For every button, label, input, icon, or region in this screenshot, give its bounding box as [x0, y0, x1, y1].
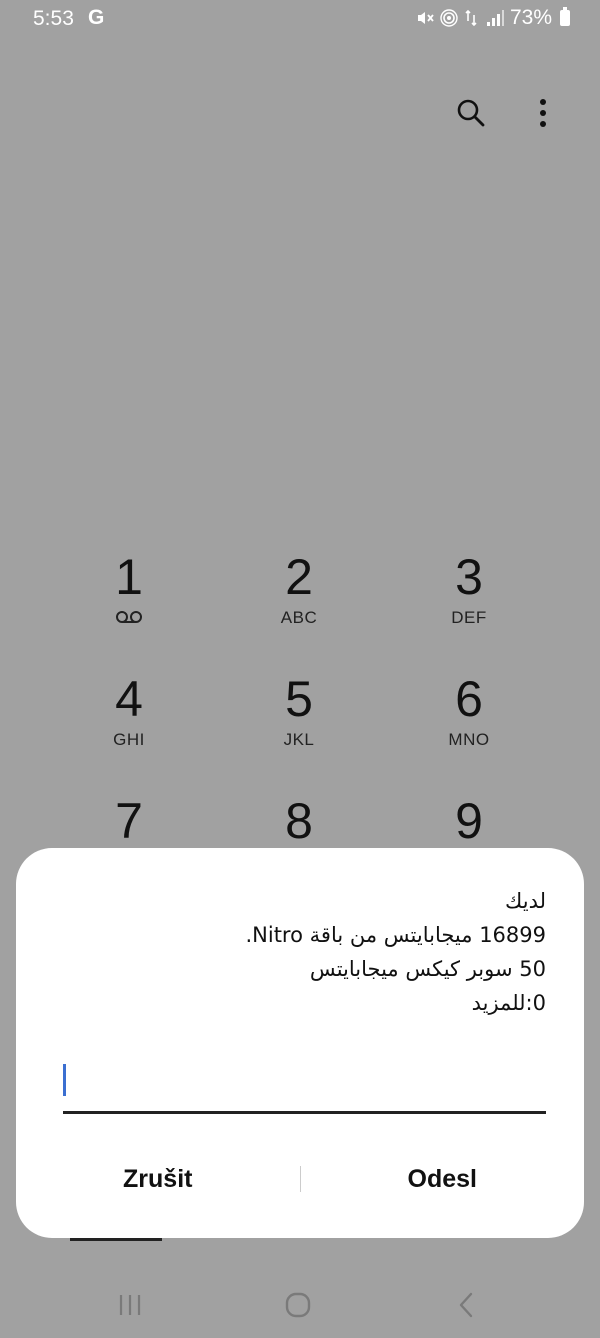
home-icon [285, 1292, 311, 1318]
more-options-button[interactable] [526, 96, 560, 130]
status-time: 5:53 [33, 7, 74, 30]
key-6[interactable]: 6 MNO [384, 670, 554, 766]
back-icon [459, 1292, 473, 1318]
google-g-icon: G [88, 6, 105, 29]
recents-button[interactable] [110, 1288, 150, 1322]
send-button[interactable]: Odesl [301, 1165, 585, 1194]
key-letters: GHI [113, 730, 145, 749]
status-icons: 73% [416, 6, 570, 30]
cancel-button[interactable]: Zrušit [16, 1165, 300, 1194]
key-digit: 5 [285, 671, 313, 727]
data-signal-icon [465, 9, 477, 27]
key-4[interactable]: 4 GHI [44, 670, 214, 766]
dialog-buttons: Zrušit Odesl [16, 1153, 584, 1205]
key-5[interactable]: 5 JKL [214, 670, 384, 766]
status-bar: 5:53 G 73% [0, 0, 600, 40]
key-digit: 4 [115, 671, 143, 727]
key-1[interactable]: 1 [44, 548, 214, 644]
mute-icon [417, 12, 434, 24]
search-icon [457, 99, 485, 127]
battery-percent: 73% [509, 6, 552, 29]
key-letters: DEF [451, 608, 487, 627]
key-letters: MNO [448, 730, 490, 749]
key-digit: 7 [115, 793, 143, 849]
more-vert-icon [540, 99, 546, 127]
text-caret [63, 1064, 66, 1096]
key-letters: JKL [283, 730, 315, 749]
key-digit: 3 [455, 549, 483, 605]
message-line: 50 سوبر كيكس ميجابايتس [309, 957, 546, 981]
cell-signal-icon [486, 10, 504, 26]
message-line: لديك [505, 889, 546, 913]
search-button[interactable] [454, 96, 488, 130]
dial-keypad: 1 2 ABC 3 DEF 4 GHI 5 JKL 6 MNO 7 8 9 [44, 548, 554, 888]
key-digit: 2 [285, 549, 313, 605]
top-actions [454, 96, 560, 130]
ussd-message: لديك 16899 ميجابايتس من باقة Nitro. 50 س… [46, 884, 546, 1020]
back-button[interactable] [446, 1288, 486, 1322]
recents-icon [119, 1295, 141, 1315]
ussd-dialog: لديك 16899 ميجابايتس من باقة Nitro. 50 س… [16, 848, 584, 1238]
message-line: 16899 ميجابايتس من باقة Nitro. [245, 923, 546, 947]
message-line: 0:للمزيد [471, 991, 546, 1015]
key-digit: 9 [455, 793, 483, 849]
key-2[interactable]: 2 ABC [214, 548, 384, 644]
navigation-bar [0, 1270, 600, 1338]
hotspot-icon [440, 9, 458, 27]
key-3[interactable]: 3 DEF [384, 548, 554, 644]
key-digit: 1 [115, 549, 143, 605]
key-digit: 8 [285, 793, 313, 849]
reply-input[interactable] [63, 1056, 546, 1114]
battery-icon [560, 7, 570, 26]
key-letters: ABC [280, 608, 318, 627]
background-underline [70, 1238, 162, 1241]
voicemail-icon [116, 611, 142, 623]
key-digit: 6 [455, 671, 483, 727]
home-button[interactable] [278, 1288, 318, 1322]
